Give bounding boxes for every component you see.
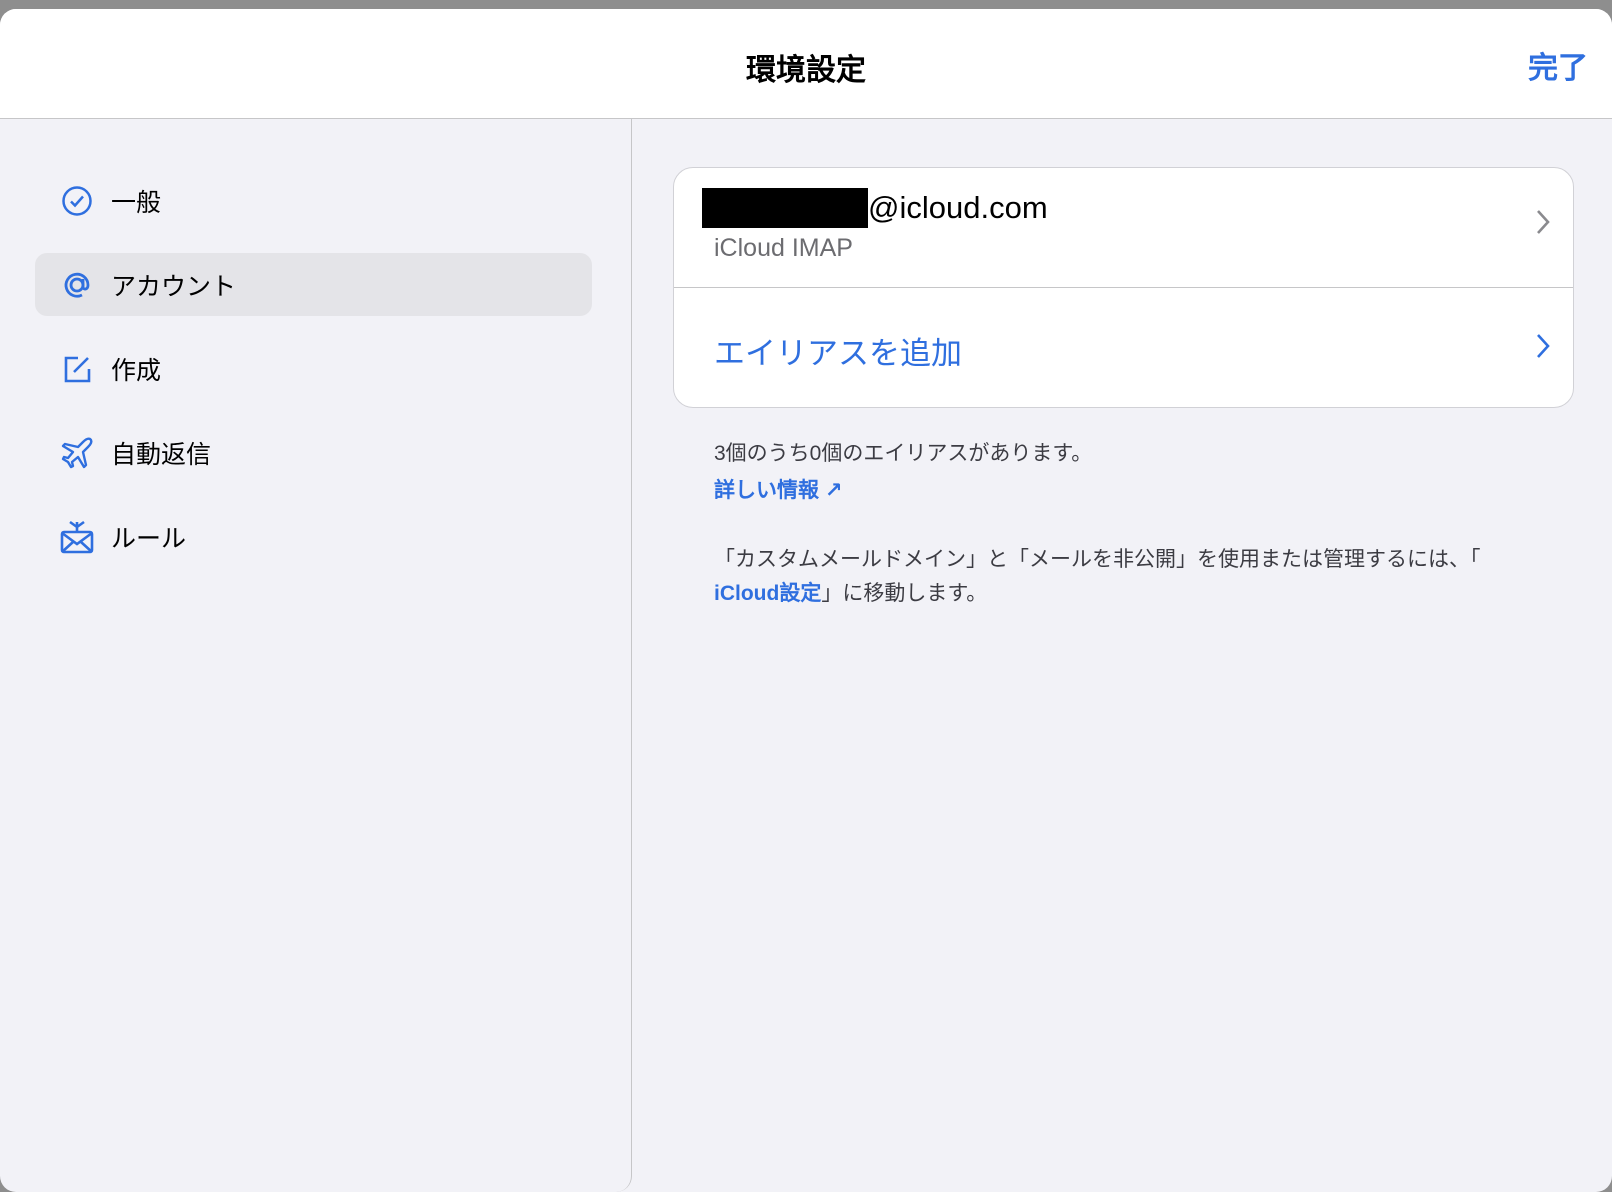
account-row[interactable]: @icloud.com iCloud IMAP (674, 168, 1573, 288)
compose-icon (57, 349, 97, 389)
done-button[interactable]: 完了 (1528, 43, 1588, 87)
sidebar-item-label: 一般 (111, 188, 162, 217)
sidebar-item-auto-reply[interactable]: 自動返信 (35, 421, 592, 484)
add-alias-label: エイリアスを追加 (714, 336, 962, 371)
account-card: @icloud.com iCloud IMAP エイリアスを追加 (673, 167, 1574, 408)
preferences-sheet: 環境設定 完了 一般 アカウント 作成 自動返信 ルール @icloud.com… (0, 9, 1612, 1192)
account-email: @icloud.com (868, 190, 1048, 225)
sidebar-item-label: アカウント (111, 272, 237, 301)
sidebar-item-compose[interactable]: 作成 (35, 337, 592, 400)
sidebar-item-label: 作成 (111, 356, 162, 385)
learn-more-label: 詳しい情報 (714, 479, 819, 502)
add-alias-row[interactable]: エイリアスを追加 (674, 288, 1573, 408)
header: 環境設定 完了 (0, 9, 1612, 119)
alias-count-text: 3個のうち0個のエイリアスがあります。 (714, 442, 1093, 465)
account-detail: @icloud.com iCloud IMAP エイリアスを追加 3個のうち0個… (633, 119, 1612, 1192)
chevron-right-icon (1535, 332, 1551, 368)
sidebar-item-label: ルール (111, 524, 187, 553)
at-sign-icon (57, 265, 97, 305)
arrow-up-right-icon: ↗ (824, 479, 843, 502)
sidebar: 一般 アカウント 作成 自動返信 ルール (0, 119, 632, 1192)
sidebar-item-general[interactable]: 一般 (35, 169, 592, 232)
redacted-username (702, 188, 868, 228)
custom-domain-note: 「カスタムメールドメイン」と「メールを非公開」を使用または管理するには、「 iCl… (714, 543, 1544, 611)
custom-domain-text-end: 」に移動します。 (821, 582, 988, 605)
custom-domain-text: 「カスタムメールドメイン」と「メールを非公開」を使用または管理するには、「 (714, 548, 1481, 571)
sidebar-item-accounts[interactable]: アカウント (35, 253, 592, 316)
learn-more-link[interactable]: 詳しい情報 ↗ (714, 474, 842, 504)
sidebar-item-label: 自動返信 (111, 440, 212, 469)
account-type: iCloud IMAP (714, 234, 853, 262)
sidebar-item-rules[interactable]: ルール (35, 505, 592, 568)
icloud-settings-link[interactable]: iCloud設定 (714, 582, 821, 605)
airplane-icon (57, 433, 97, 473)
envelope-rules-icon (57, 517, 97, 557)
chevron-right-icon (1535, 208, 1551, 244)
page-title: 環境設定 (746, 54, 866, 87)
checkmark-circle-icon (57, 181, 97, 221)
